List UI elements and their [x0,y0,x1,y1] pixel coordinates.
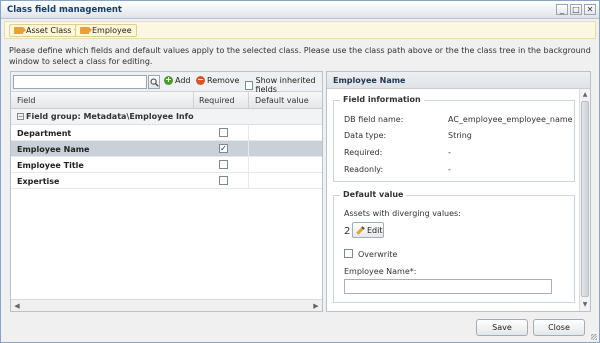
section-legend: Default value [340,190,407,199]
diverging-values-label: Assets with diverging values: [344,209,461,218]
column-header-default-value[interactable]: Default value [255,96,309,105]
breadcrumb-asset-class[interactable]: Asset Class ▾ [9,24,83,37]
employee-name-default-input[interactable] [344,279,552,294]
required-checkbox[interactable] [219,176,228,185]
required-label: Required: [344,148,383,157]
horizontal-scrollbar[interactable]: ◀ ▶ [11,299,322,311]
overwrite-label: Overwrite [358,250,398,259]
readonly-label: Readonly: [344,165,384,174]
required-checkbox[interactable]: ✓ [219,144,228,153]
readonly-value: - [448,165,451,174]
resize-grip-icon[interactable] [591,334,597,340]
window-controls: _ □ ✕ [556,4,596,15]
detail-header: Employee Name [327,72,590,89]
search-button[interactable] [148,75,160,89]
data-type-value: String [448,131,472,140]
employee-name-field-label: Employee Name*: [344,267,417,276]
class-breadcrumb: Asset Class ▾ Employee [4,21,596,39]
column-header-field[interactable]: Field [17,96,35,105]
db-field-value: AC_employee_employee_name [448,115,573,124]
field-name: Employee Title [17,161,84,170]
detail-title: Employee Name [333,76,406,85]
scroll-left-icon[interactable]: ◀ [12,301,22,311]
column-divider [248,173,249,189]
edit-label: Edit [367,225,383,235]
field-name: Expertise [17,177,60,186]
column-header-required[interactable]: Required [199,96,235,105]
field-list-panel: + Add − Remove Show inherited fields Fie… [10,71,323,312]
required-checkbox[interactable] [219,160,228,169]
field-toolbar: + Add − Remove Show inherited fields [11,72,322,94]
close-button[interactable]: Close [533,319,585,336]
window-title: Class field management [7,5,122,15]
grid-header: Field Required Default value [11,92,322,109]
maximize-button[interactable]: □ [570,4,582,15]
field-name: Employee Name [17,145,90,154]
breadcrumb-employee[interactable]: Employee [75,24,137,37]
field-group-label: − Field group: Metadata\Employee Info [17,112,194,121]
column-divider[interactable] [248,92,249,109]
column-divider [248,141,249,157]
edit-button[interactable]: Edit [352,222,384,238]
tag-icon [14,27,26,34]
overwrite-checkbox[interactable] [344,249,353,258]
breadcrumb-label: Employee [92,26,132,35]
minimize-button[interactable]: _ [556,4,568,15]
scroll-right-icon[interactable]: ▶ [311,301,321,311]
search-input[interactable] [13,75,147,89]
title-bar[interactable]: Class field management _ □ ✕ [1,1,599,19]
instructions-text: Please define which fields and default v… [9,46,591,66]
plus-icon: + [164,75,173,85]
field-group-row[interactable]: − Field group: Metadata\Employee Info [11,109,322,125]
add-button[interactable]: + Add [164,76,191,85]
data-type-label: Data type: [344,131,387,140]
column-divider [248,157,249,173]
class-field-management-window: Class field management _ □ ✕ Asset Class… [0,0,600,343]
remove-button[interactable]: − Remove [196,76,239,85]
search-icon [150,78,159,87]
field-information-section: Field information DB field name: AC_empl… [333,95,575,182]
tag-icon [80,27,92,34]
field-name: Department [17,129,72,138]
table-row[interactable]: Employee Name ✓ [11,141,322,157]
field-group-text: Field group: Metadata\Employee Info [26,112,194,121]
table-row[interactable]: Employee Title [11,157,322,173]
minus-icon: − [196,75,205,85]
scrollbar-thumb[interactable] [581,101,589,297]
diverging-count: 2 [344,226,351,237]
show-inherited-checkbox[interactable] [245,80,253,90]
pencil-icon [356,225,365,235]
table-row[interactable]: Expertise [11,173,322,189]
add-label: Add [175,76,191,85]
db-field-label: DB field name: [344,115,404,124]
close-window-button[interactable]: ✕ [584,4,596,15]
collapse-icon[interactable]: − [17,113,24,120]
section-legend: Field information [340,95,424,104]
required-value: - [448,148,451,157]
remove-label: Remove [207,76,240,85]
column-divider [248,125,249,141]
required-checkbox[interactable] [219,128,228,137]
save-button[interactable]: Save [476,319,528,336]
table-row[interactable]: Department [11,125,322,141]
vertical-scrollbar[interactable]: ▲ ▼ [579,89,590,311]
breadcrumb-label: Asset Class [26,26,72,35]
scroll-down-icon[interactable]: ▼ [580,300,590,310]
field-detail-panel: Employee Name Field information DB field… [326,71,591,312]
default-value-section: Default value Assets with diverging valu… [333,190,575,303]
scroll-up-icon[interactable]: ▲ [580,90,590,100]
column-divider[interactable] [193,92,194,109]
